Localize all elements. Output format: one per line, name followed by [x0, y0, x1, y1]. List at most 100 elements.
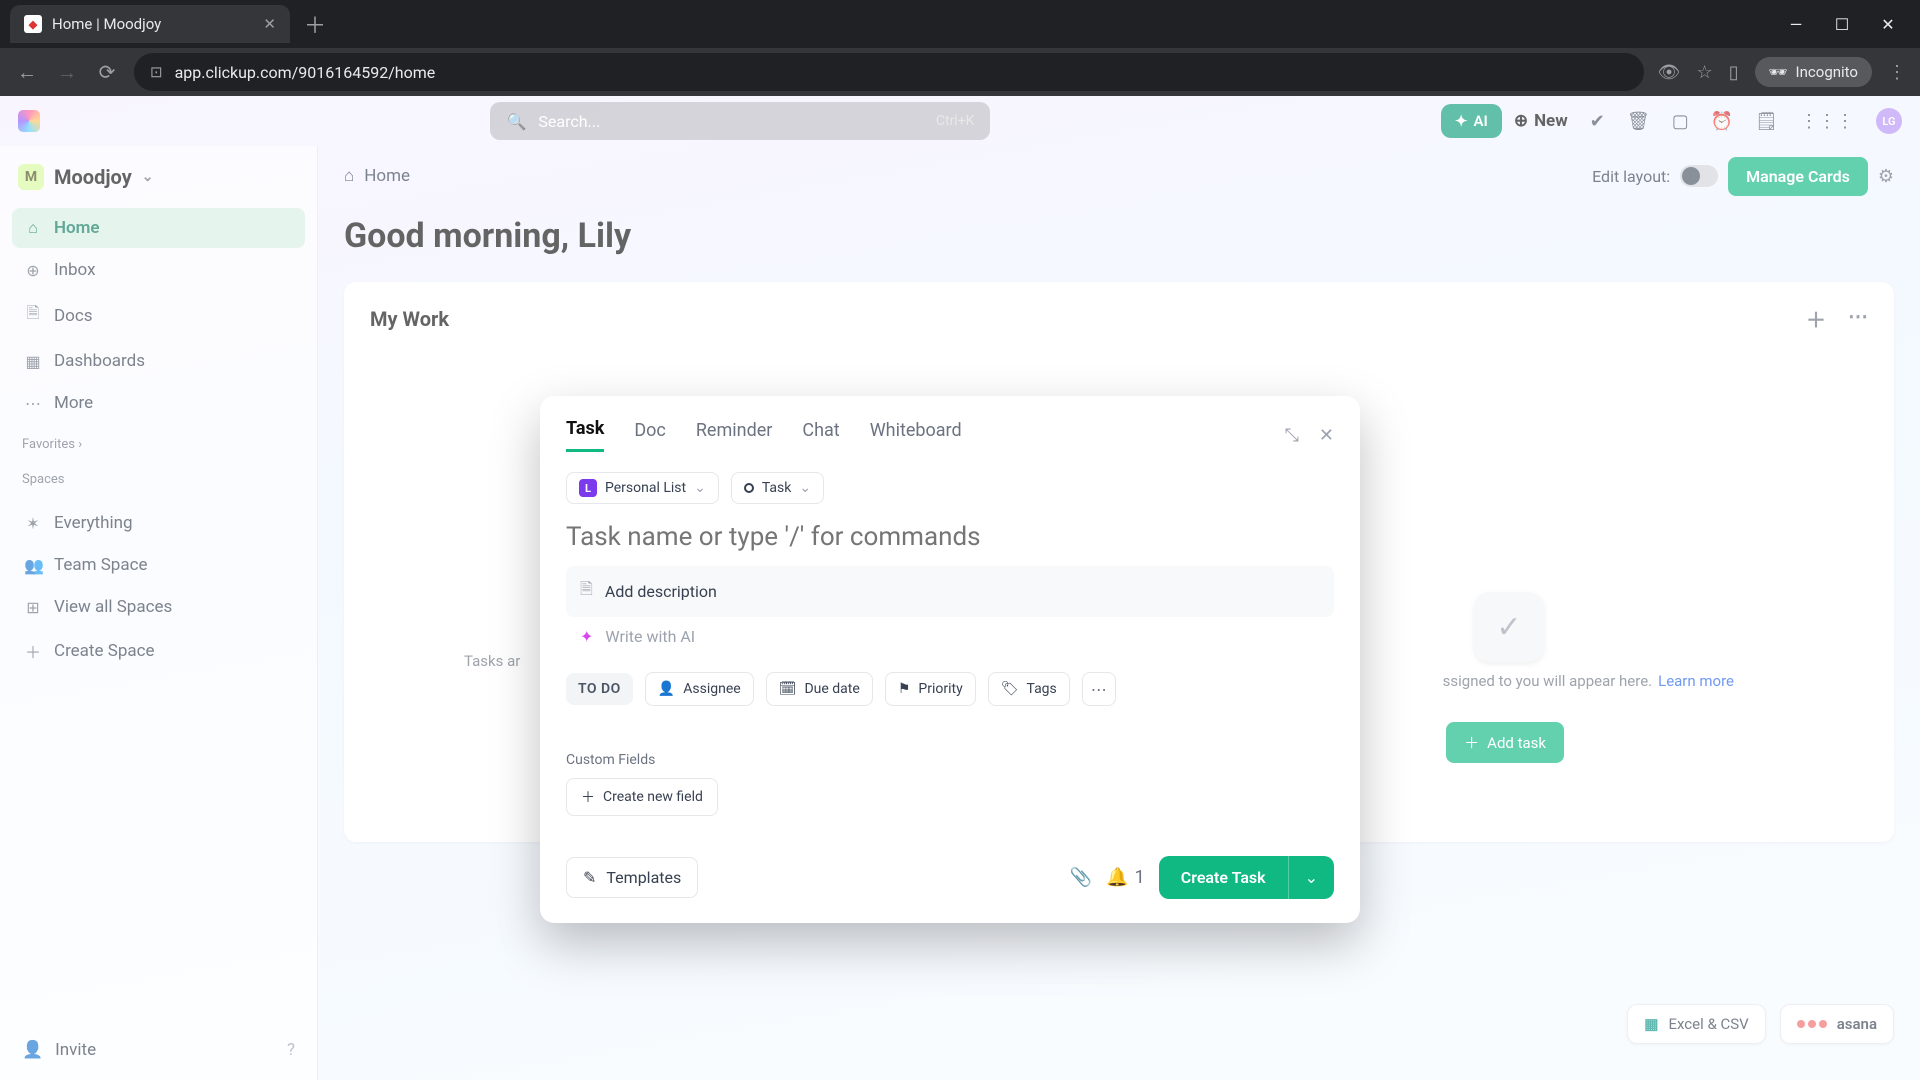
write-with-ai-button[interactable]: ✦ Write with AI — [566, 617, 1334, 656]
gear-icon[interactable]: ⚙ — [1878, 166, 1894, 187]
import-asana[interactable]: asana — [1780, 1004, 1894, 1044]
list-selector[interactable]: L Personal List ⌄ — [566, 472, 719, 504]
check-circle-icon[interactable]: ✔ — [1590, 111, 1605, 132]
sparkle-icon: ✦ — [1455, 112, 1468, 130]
calendar-icon: 🗓 — [779, 681, 797, 697]
empty-text-left: Tasks ar — [464, 652, 520, 670]
reload-icon[interactable]: ⟳ — [94, 60, 120, 84]
due-date-label: Due date — [804, 681, 859, 697]
sidebar-item-create-space[interactable]: ＋ Create Space — [12, 629, 305, 673]
edit-layout-toggle[interactable] — [1680, 165, 1718, 187]
more-properties-button[interactable]: ⋯ — [1082, 672, 1116, 706]
add-task-button[interactable]: ＋ Add task — [1446, 722, 1564, 763]
create-new-field-button[interactable]: ＋ Create new field — [566, 778, 718, 816]
url-bar[interactable]: ⊡ app.clickup.com/9016164592/home — [134, 53, 1644, 91]
add-description-label: Add description — [605, 582, 717, 601]
tracking-icon[interactable]: 👁 — [1658, 62, 1681, 83]
video-icon[interactable]: ▢ — [1672, 111, 1689, 132]
close-window-icon[interactable]: ✕ — [1878, 15, 1898, 34]
tab-whiteboard[interactable]: Whiteboard — [870, 420, 962, 451]
sidebar-item-docs[interactable]: 🗎 Docs — [12, 292, 305, 339]
attach-button[interactable]: 📎 — [1070, 867, 1092, 888]
apps-grid-icon[interactable]: ⋮⋮⋮ — [1800, 111, 1854, 132]
sidebar-item-dashboards[interactable]: ▦ Dashboards — [12, 341, 305, 381]
wand-icon: ✎ — [583, 868, 596, 887]
status-pill[interactable]: TO DO — [566, 673, 633, 705]
tab-reminder[interactable]: Reminder — [696, 420, 773, 451]
create-task-dropdown[interactable]: ⌄ — [1288, 856, 1334, 899]
type-selector[interactable]: Task ⌄ — [731, 472, 824, 504]
new-button[interactable]: ⊕ New — [1514, 111, 1568, 131]
plus-circle-icon: ⊕ — [1514, 111, 1528, 131]
site-info-icon[interactable]: ⊡ — [150, 63, 163, 81]
workspace-selector[interactable]: M Moodjoy ⌄ — [12, 156, 305, 198]
notepad-icon[interactable]: 🗒 — [1755, 111, 1778, 132]
trash-icon[interactable]: 🗑 — [1627, 111, 1650, 132]
help-icon[interactable]: ? — [287, 1040, 295, 1060]
templates-button[interactable]: ✎ Templates — [566, 857, 698, 898]
empty-text-suffix: ssigned to you will appear here. — [1443, 672, 1652, 690]
ai-button[interactable]: ✦ AI — [1441, 104, 1502, 138]
sidebar-item-everything[interactable]: ✶ Everything — [12, 503, 305, 543]
priority-pill[interactable]: ⚑ Priority — [885, 672, 976, 706]
learn-more-link[interactable]: Learn more — [1658, 672, 1734, 690]
home-icon: ⌂ — [24, 218, 42, 238]
close-tab-icon[interactable]: ✕ — [263, 15, 276, 33]
avatar[interactable]: LG — [1876, 108, 1902, 134]
custom-fields-label: Custom Fields — [566, 752, 1334, 768]
manage-cards-button[interactable]: Manage Cards — [1728, 157, 1868, 196]
sidebar-item-home[interactable]: ⌂ Home — [12, 208, 305, 248]
add-icon[interactable]: ＋ — [1806, 304, 1826, 333]
alarm-icon[interactable]: ⏰ — [1711, 111, 1733, 132]
app-root: 🔍 Search... Ctrl+K ✦ AI ⊕ New ✔ 🗑 ▢ ⏰ 🗒 … — [0, 96, 1920, 1080]
chevron-right-icon: › — [78, 437, 82, 452]
sidebar-item-label: Home — [54, 218, 100, 238]
tab-task[interactable]: Task — [566, 418, 604, 452]
plus-icon: ＋ — [581, 787, 595, 807]
more-icon[interactable]: ⋯ — [1848, 304, 1868, 333]
app-logo-icon[interactable] — [18, 110, 40, 132]
assignee-pill[interactable]: 👤 Assignee — [645, 672, 754, 706]
bookmark-icon[interactable]: ☆ — [1696, 62, 1712, 83]
minimize-modal-icon[interactable]: ⤡ — [1285, 425, 1299, 446]
notifications-button[interactable]: 🔔 1 — [1106, 867, 1145, 888]
browser-menu-icon[interactable]: ⋮ — [1888, 62, 1906, 83]
tab-doc[interactable]: Doc — [634, 420, 666, 451]
inbox-icon: ⊕ — [24, 261, 42, 280]
incognito-icon: 🕶 — [1769, 63, 1788, 81]
invite-icon: 👤 — [22, 1040, 43, 1060]
spreadsheet-icon: ▦ — [1644, 1015, 1658, 1033]
plus-icon: ＋ — [1464, 732, 1479, 753]
global-search[interactable]: 🔍 Search... Ctrl+K — [490, 102, 990, 140]
maximize-icon[interactable]: ☐ — [1832, 15, 1852, 34]
sidebar-item-view-all-spaces[interactable]: ⊞ View all Spaces — [12, 587, 305, 627]
sidebar-item-more[interactable]: ⋯ More — [12, 383, 305, 423]
incognito-badge[interactable]: 🕶 Incognito — [1755, 57, 1873, 87]
breadcrumb[interactable]: Home — [364, 166, 410, 186]
empty-state-icon: ✓ — [1474, 592, 1544, 662]
add-description-button[interactable]: 🗎 Add description — [566, 566, 1334, 617]
window-controls: — ☐ ✕ — [1786, 15, 1910, 34]
flag-icon: ⚑ — [898, 681, 911, 697]
import-excel-csv[interactable]: ▦ Excel & CSV — [1627, 1004, 1765, 1044]
due-date-pill[interactable]: 🗓 Due date — [766, 672, 873, 706]
close-modal-icon[interactable]: ✕ — [1319, 425, 1334, 446]
back-icon[interactable]: ← — [14, 60, 40, 85]
search-icon: 🔍 — [506, 112, 526, 131]
browser-tab[interactable]: ◆ Home | Moodjoy ✕ — [10, 5, 290, 43]
sidebar-item-team-space[interactable]: 👥 Team Space — [12, 545, 305, 585]
sidebar: M Moodjoy ⌄ ⌂ Home ⊕ Inbox 🗎 Docs ▦ — [0, 146, 318, 1080]
tab-chat[interactable]: Chat — [802, 420, 839, 451]
invite-button[interactable]: Invite — [55, 1040, 96, 1060]
new-tab-button[interactable]: ＋ — [304, 8, 326, 40]
list-selector-label: Personal List — [605, 480, 686, 496]
tags-pill[interactable]: 🏷 Tags — [988, 672, 1070, 706]
sidebar-item-inbox[interactable]: ⊕ Inbox — [12, 250, 305, 290]
panel-icon[interactable]: ▯ — [1729, 62, 1739, 83]
minimize-icon[interactable]: — — [1786, 15, 1806, 34]
create-task-button[interactable]: Create Task — [1159, 856, 1288, 899]
task-name-input[interactable] — [566, 522, 1334, 552]
favorites-section[interactable]: Favorites › — [12, 423, 305, 458]
forward-icon[interactable]: → — [54, 60, 80, 85]
workspace-badge: M — [18, 164, 44, 190]
